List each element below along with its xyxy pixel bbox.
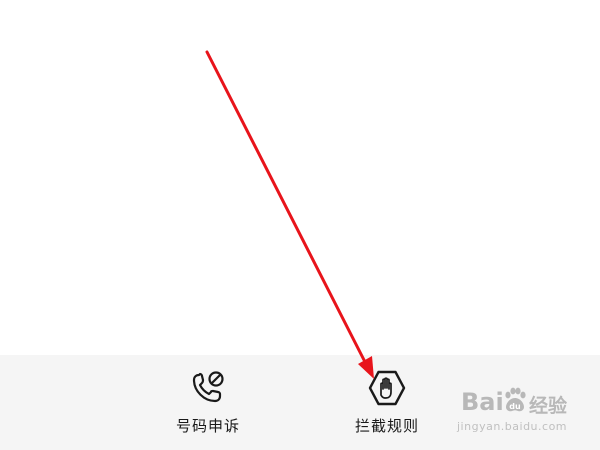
block-rules-button[interactable]: 拦截规则	[327, 355, 447, 450]
baidu-paw-icon: du	[505, 387, 526, 412]
content-area	[0, 0, 600, 355]
block-rules-label: 拦截规则	[354, 417, 419, 435]
number-appeal-button[interactable]: 号码申诉	[148, 355, 268, 450]
watermark-brand: Bai	[461, 388, 504, 416]
number-appeal-label: 号码申诉	[175, 417, 240, 435]
app-screen: 号码申诉 拦截规则 Bai du 经验 jingyan.baidu.com	[0, 0, 600, 450]
hand-stop-icon	[368, 370, 406, 406]
baidu-jingyan-watermark: Bai du 经验 jingyan.baidu.com	[455, 380, 595, 442]
watermark-url: jingyan.baidu.com	[457, 420, 568, 433]
watermark-jingyan: 经验	[529, 395, 568, 417]
svg-text:du: du	[509, 402, 521, 411]
phone-blocked-icon	[192, 371, 224, 403]
